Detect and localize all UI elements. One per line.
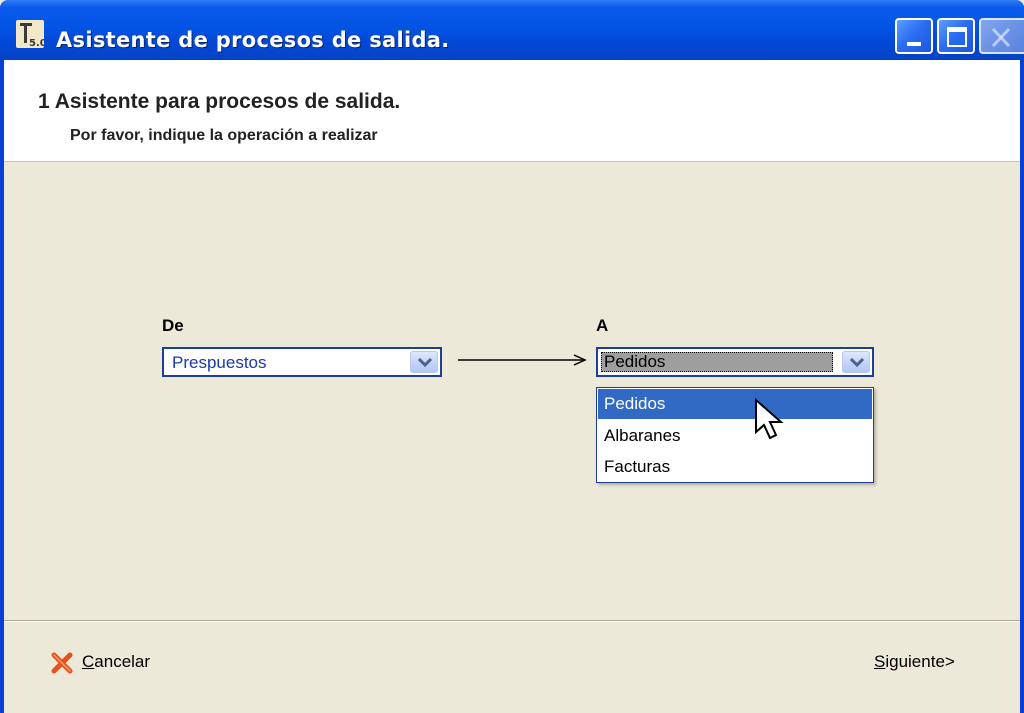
dropdown-option-pedidos[interactable]: Pedidos (598, 389, 872, 419)
next-label-rest: iguiente> (885, 652, 955, 671)
close-icon (991, 27, 1011, 48)
to-combobox-dropdown-button[interactable] (842, 351, 870, 373)
to-combobox-value: Pedidos (604, 352, 666, 371)
to-dropdown-list: Pedidos Albaranes Facturas (596, 387, 874, 483)
maximize-icon (947, 27, 967, 47)
cancel-x-icon (51, 652, 73, 674)
close-button[interactable] (979, 18, 1024, 54)
arrow-right-icon (458, 354, 587, 366)
wizard-window: 5.0 Asistente de procesos de salida. 1 A… (0, 0, 1024, 713)
from-combobox-value: Prespuestos (172, 353, 267, 372)
from-label: De (162, 316, 184, 335)
minimize-icon (907, 42, 921, 46)
step-subtitle: Por favor, indique la operación a realiz… (70, 127, 378, 144)
chevron-down-icon (417, 357, 433, 368)
mouse-cursor-icon (755, 398, 784, 440)
dropdown-option-albaranes[interactable]: Albaranes (598, 421, 872, 451)
title-bar[interactable]: 5.0 Asistente de procesos de salida. (0, 0, 1024, 60)
dropdown-option-facturas[interactable]: Facturas (598, 452, 872, 482)
next-accelerator: S (874, 652, 886, 671)
next-button[interactable]: Siguiente> (874, 652, 955, 672)
from-combobox-dropdown-button[interactable] (410, 351, 438, 373)
svg-text:5.0: 5.0 (29, 38, 44, 48)
cancel-label-rest: ancelar (94, 652, 151, 671)
step-title: 1 Asistente para procesos de salida. (38, 90, 400, 114)
cancel-accelerator: C (82, 652, 95, 671)
footer-divider (4, 620, 1020, 622)
step-number: 1 (38, 90, 50, 113)
wizard-body: 1 Asistente para procesos de salida. Por… (4, 60, 1020, 713)
chevron-down-icon (849, 357, 865, 368)
cancel-label: Cancelar (82, 652, 150, 672)
step-title-text: Asistente para procesos de salida. (54, 90, 401, 113)
app-logo-icon: 5.0 (16, 20, 47, 49)
minimize-button[interactable] (895, 18, 933, 54)
from-combobox[interactable]: Prespuestos (162, 347, 442, 377)
maximize-button[interactable] (937, 18, 975, 54)
window-title: Asistente de procesos de salida. (56, 28, 450, 52)
to-label: A (596, 316, 609, 335)
wizard-header: 1 Asistente para procesos de salida. Por… (4, 60, 1020, 162)
to-combobox[interactable]: Pedidos (596, 347, 874, 377)
